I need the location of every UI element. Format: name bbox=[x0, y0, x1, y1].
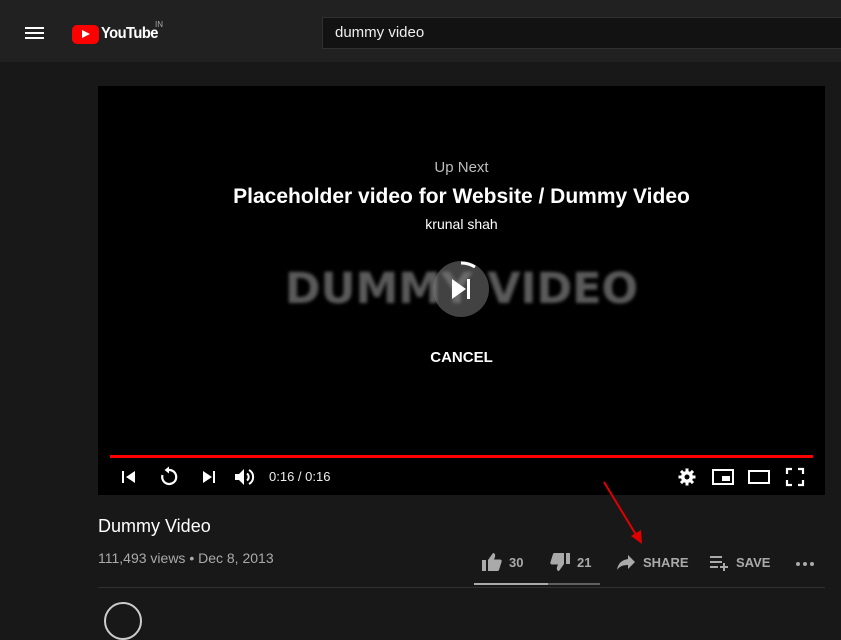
search-input[interactable]: dummy video bbox=[322, 17, 841, 49]
playlist-add-icon bbox=[710, 556, 728, 571]
youtube-logo[interactable]: YouTube IN bbox=[72, 20, 163, 45]
more-horizontal-icon bbox=[796, 562, 814, 566]
thumbs-down-icon bbox=[550, 553, 570, 571]
progress-bar[interactable] bbox=[110, 455, 813, 458]
youtube-play-logo-icon bbox=[72, 24, 99, 44]
miniplayer-icon[interactable] bbox=[711, 466, 735, 488]
like-count: 30 bbox=[509, 554, 524, 570]
divider bbox=[98, 587, 825, 588]
like-ratio-fill bbox=[474, 583, 549, 585]
volume-icon[interactable] bbox=[233, 466, 257, 488]
replay-icon[interactable] bbox=[158, 466, 180, 488]
time-display: 0:16 / 0:16 bbox=[269, 469, 331, 484]
up-next-label: Up Next bbox=[434, 159, 489, 176]
up-next-title[interactable]: Placeholder video for Website / Dummy Vi… bbox=[98, 185, 825, 209]
more-actions-button[interactable] bbox=[794, 551, 822, 573]
progress-bar-fill bbox=[110, 455, 813, 458]
share-arrow-icon bbox=[617, 555, 635, 570]
hamburger-menu-icon[interactable] bbox=[22, 22, 46, 42]
fullscreen-icon[interactable] bbox=[784, 466, 806, 488]
video-view-count-date: 111,493 views • Dec 8, 2013 bbox=[98, 550, 274, 566]
up-next-channel: krunal shah bbox=[425, 216, 498, 232]
search-query-text: dummy video bbox=[335, 24, 425, 41]
share-label: SHARE bbox=[643, 554, 689, 570]
previous-icon[interactable] bbox=[118, 466, 140, 488]
save-button[interactable]: SAVE bbox=[708, 551, 770, 573]
theater-mode-icon[interactable] bbox=[747, 466, 771, 488]
like-button[interactable]: 30 bbox=[481, 551, 523, 573]
dislike-count: 21 bbox=[577, 554, 592, 570]
cancel-autoplay-button[interactable]: CANCEL bbox=[98, 349, 825, 366]
share-button[interactable]: SHARE bbox=[615, 551, 689, 573]
country-code: IN bbox=[155, 20, 163, 29]
thumbs-up-icon bbox=[482, 553, 502, 571]
save-label: SAVE bbox=[736, 554, 771, 570]
like-dislike-ratio-bar bbox=[474, 583, 600, 585]
logo-text: YouTube bbox=[101, 25, 158, 42]
autoplay-next-button[interactable] bbox=[433, 261, 489, 317]
channel-avatar[interactable] bbox=[104, 602, 142, 640]
settings-gear-icon[interactable] bbox=[676, 466, 698, 488]
video-player[interactable]: DUMMY VIDEO Up Next Placeholder video fo… bbox=[98, 86, 825, 495]
dislike-button[interactable]: 21 bbox=[549, 551, 591, 573]
top-bar: YouTube IN dummy video bbox=[0, 0, 841, 62]
video-title: Dummy Video bbox=[98, 516, 211, 536]
next-icon[interactable] bbox=[198, 466, 220, 488]
